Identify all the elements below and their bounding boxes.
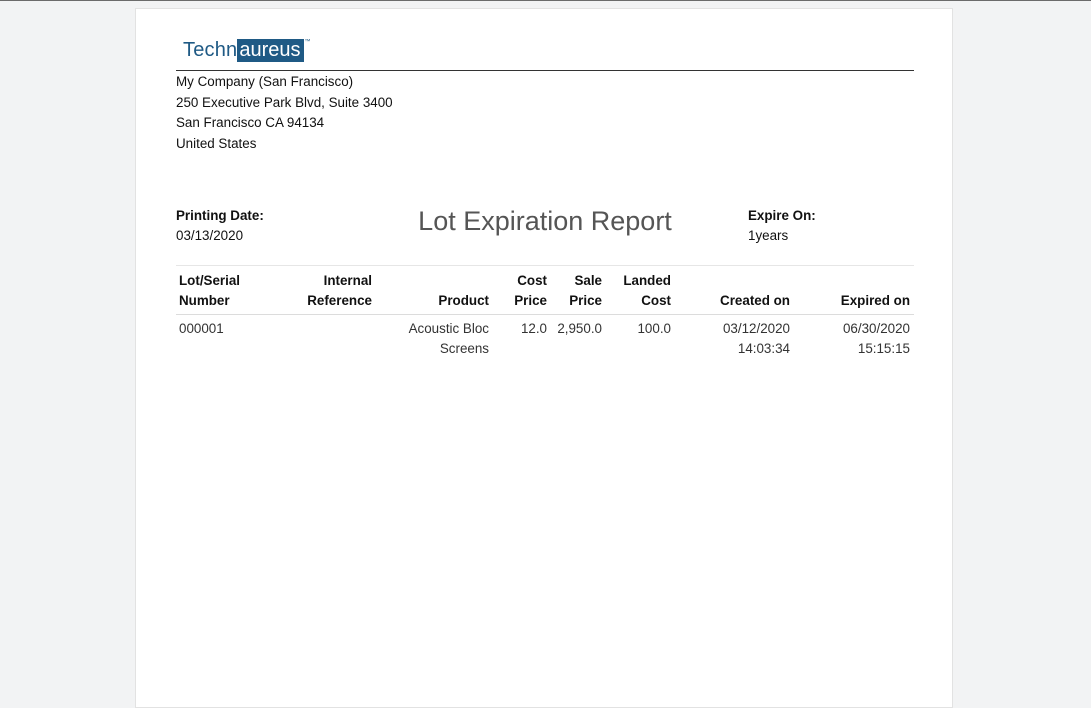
header-divider [176,70,914,71]
cell-cost-price: 12.0 [520,321,547,336]
header-cost-price: Cost Price [514,273,547,308]
expire-on-block: Expire On: 1years [748,206,816,246]
header-created-on: Created on [720,293,790,308]
logo-trademark: ™ [304,39,311,45]
cell-landed-cost: 100.0 [637,321,671,336]
company-street: 250 Executive Park Blvd, Suite 3400 [176,94,393,110]
company-address: My Company (San Francisco) 250 Executive… [176,72,393,154]
cell-lot-number: 000001 [179,321,224,336]
header-expired-on: Expired on [840,293,910,308]
company-name: My Company (San Francisco) [176,74,354,89]
table-header-divider [176,314,914,315]
report-page: Techn aureus ™ My Company (San Francisco) … [135,8,953,708]
cell-expired-on: 06/30/2020 15:15:15 [842,321,910,356]
printing-date-block: Printing Date: 03/13/2020 [176,206,264,246]
expire-on-label: Expire On: [748,208,816,223]
printing-date-label: Printing Date: [176,208,264,223]
logo-text-part1: Techn [183,38,238,61]
cell-product: Acoustic Bloc Screens [408,321,489,356]
header-landed-cost: Landed Cost [623,273,671,308]
report-title: Lot Expiration Report [418,206,672,236]
window-top-border [0,0,1091,1]
company-logo: Techn aureus ™ [183,37,311,63]
header-product: Product [438,293,489,308]
section-divider [176,265,914,266]
cell-created-on: 03/12/2020 14:03:34 [722,321,790,356]
header-lot-serial-number: Lot/Serial Number [179,273,241,308]
cell-sale-price: 2,950.0 [557,321,602,336]
printing-date-value: 03/13/2020 [176,228,244,243]
expire-on-value: 1years [748,228,789,243]
header-internal-reference: Internal Reference [307,273,372,308]
company-country: United States [176,135,257,151]
header-sale-price: Sale Price [569,273,602,308]
company-city: San Francisco CA 94134 [176,115,325,131]
logo-text-part2: aureus [237,38,304,62]
